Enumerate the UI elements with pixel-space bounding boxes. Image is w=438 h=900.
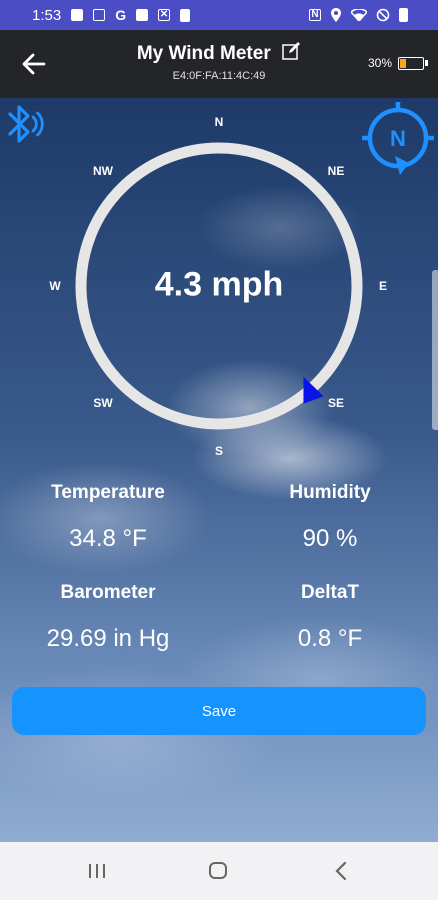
location-icon: [331, 8, 341, 22]
recents-icon[interactable]: [87, 863, 107, 879]
home-icon[interactable]: [209, 862, 227, 879]
battery-percent: 30%: [367, 56, 392, 70]
save-button[interactable]: Save: [12, 687, 426, 735]
compass-label-w: W: [49, 279, 61, 293]
edit-icon[interactable]: [281, 41, 301, 61]
back-icon[interactable]: [334, 861, 348, 881]
compass-label-ne: NE: [327, 164, 345, 178]
compass-label-nw: NW: [93, 164, 113, 178]
compass-label-sw: SW: [93, 396, 113, 410]
barometer-label: Barometer: [60, 582, 156, 603]
x-icon: ✕: [158, 9, 171, 21]
compass-label-se: SE: [327, 396, 345, 410]
g-icon: G: [115, 7, 127, 23]
do-not-disturb-icon: [376, 8, 390, 22]
compass-label-s: S: [214, 444, 224, 458]
deltat-value: 0.8 °F: [297, 625, 363, 652]
compass-label-e: E: [378, 279, 388, 293]
wifi-icon: [351, 9, 367, 21]
device-id: E4:0F:FA:11:4C:49: [172, 70, 266, 82]
device-battery: 30%: [368, 56, 428, 70]
wind-speed: 4.3 mph: [154, 265, 284, 304]
nfc-icon: N: [309, 9, 321, 21]
document-icon: [93, 9, 106, 21]
system-icons: N: [309, 8, 408, 22]
deltat-label: DeltaT: [300, 582, 360, 603]
compass-label-n: N: [214, 115, 224, 129]
temperature-label: Temperature: [51, 482, 165, 503]
shopping-bag-icon: [71, 9, 84, 21]
app-toolbar: My Wind Meter E4:0F:FA:11:4C:49 30%: [0, 30, 438, 98]
temperature-value: 34.8 °F: [69, 525, 147, 552]
battery-icon: [399, 8, 408, 22]
battery-level-fill: [400, 58, 406, 68]
system-navigation-bar: [0, 842, 438, 900]
status-bar: 1:53 G ✕ N: [0, 0, 438, 30]
device-battery-icon: [398, 56, 424, 70]
clipboard-icon: [180, 8, 191, 22]
device-title: My Wind Meter: [136, 43, 271, 64]
image-icon: [136, 9, 149, 21]
humidity-label: Humidity: [289, 482, 371, 503]
barometer-value: 29.69 in Hg: [46, 625, 170, 652]
notification-icons: G ✕: [71, 7, 191, 23]
save-button-label: Save: [201, 702, 237, 720]
humidity-value: 90 %: [302, 525, 358, 552]
status-time: 1:53: [32, 6, 62, 24]
